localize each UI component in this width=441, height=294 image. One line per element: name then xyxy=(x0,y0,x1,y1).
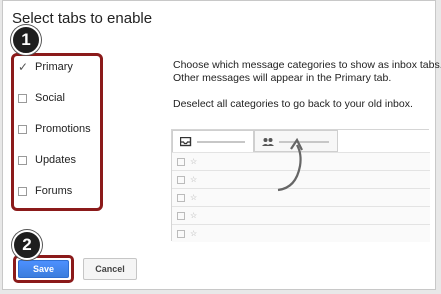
updates-checkbox[interactable] xyxy=(18,155,27,165)
star-icon: ☆ xyxy=(190,157,198,166)
star-icon: ☆ xyxy=(190,229,198,238)
checkmark-icon: ✓ xyxy=(18,60,29,74)
step-2-badge: 2 xyxy=(12,230,42,260)
description-line-1: Choose which message categories to show … xyxy=(173,59,441,71)
preview-tab-primary xyxy=(172,130,254,152)
inbox-icon xyxy=(180,137,192,147)
cancel-button[interactable]: Cancel xyxy=(83,258,137,280)
star-icon: ☆ xyxy=(190,175,198,184)
category-social[interactable]: Social xyxy=(18,89,65,107)
category-list: ✓ Primary Social Promotions Updates Foru… xyxy=(11,53,103,211)
description-line-2: Other messages will appear in the Primar… xyxy=(173,72,392,84)
preview-row: ☆ xyxy=(172,224,430,242)
category-promotions-label: Promotions xyxy=(35,123,91,135)
category-forums-label: Forums xyxy=(35,185,73,197)
promotions-checkbox[interactable] xyxy=(18,124,27,134)
category-forums[interactable]: Forums xyxy=(18,182,72,200)
curved-arrow-icon xyxy=(277,138,303,192)
star-icon: ☆ xyxy=(190,193,198,202)
preview-row: ☆ xyxy=(172,206,430,224)
save-button[interactable]: Save xyxy=(18,260,69,278)
inbox-preview: ☆ ☆ ☆ ☆ ☆ xyxy=(171,129,430,242)
star-icon: ☆ xyxy=(190,211,198,220)
step-1-badge: 1 xyxy=(11,25,41,55)
select-tabs-dialog: Select tabs to enable ✓ Primary Social P… xyxy=(2,0,441,290)
category-social-label: Social xyxy=(35,92,65,104)
description-line-3: Deselect all categories to go back to yo… xyxy=(173,98,413,110)
social-checkbox[interactable] xyxy=(18,93,27,103)
category-primary-label: Primary xyxy=(35,61,73,73)
forums-checkbox[interactable] xyxy=(18,186,27,196)
dialog-title: Select tabs to enable xyxy=(12,10,153,27)
tab-placeholder-line xyxy=(197,141,245,143)
category-promotions[interactable]: Promotions xyxy=(18,120,91,138)
category-updates-label: Updates xyxy=(35,154,76,166)
category-updates[interactable]: Updates xyxy=(18,151,76,169)
category-primary[interactable]: ✓ Primary xyxy=(18,58,73,76)
